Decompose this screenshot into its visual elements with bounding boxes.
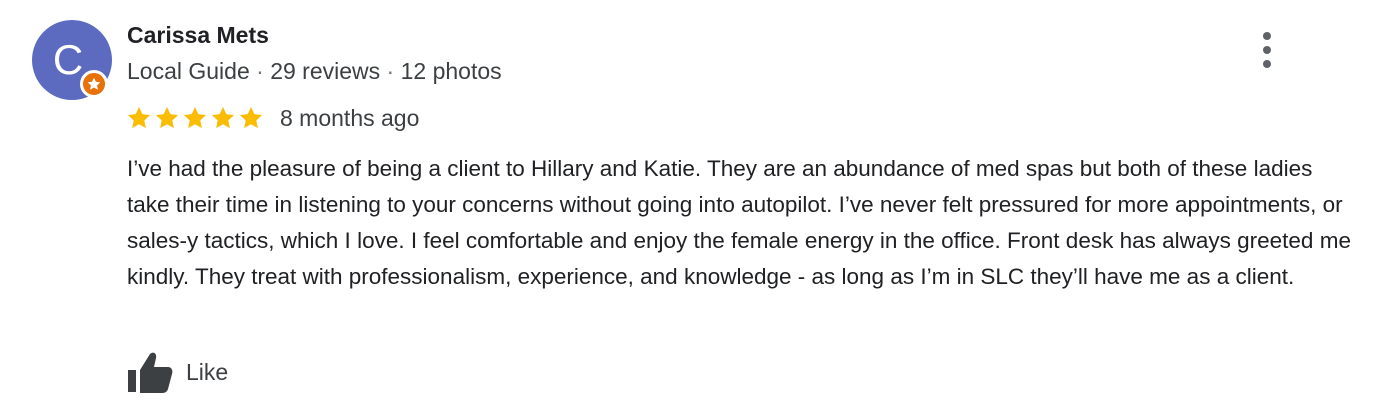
more-vert-icon-dot [1263,60,1271,68]
meta-separator: · [256,58,264,84]
avatar[interactable]: C [32,20,112,100]
more-vert-icon-dot [1263,46,1271,54]
star-icon [211,106,235,129]
thumbs-up-icon [128,352,173,393]
review-count: 29 reviews [270,58,381,84]
review-text: I’ve had the pleasure of being a client … [127,156,1351,289]
more-options-button[interactable] [1252,30,1282,70]
like-label: Like [186,358,229,385]
star-icon [155,106,179,129]
local-guide-badge-icon [80,70,108,98]
star-rating [126,104,266,132]
review-date: 8 months ago [280,104,420,131]
author-meta: Local Guide · 29 reviews · 12 photos [127,58,502,85]
star-icon [127,106,151,129]
star-icon [87,77,101,90]
local-guide-label: Local Guide [127,58,250,84]
star-icon [183,106,207,129]
like-button[interactable]: Like [126,350,228,394]
avatar-initial: C [52,36,84,83]
more-vert-icon [1263,32,1271,40]
author-name[interactable]: Carissa Mets [127,22,269,49]
star-icon [239,106,263,129]
rating-row: 8 months ago [126,103,419,133]
meta-separator: · [386,58,395,84]
photo-count: 12 photos [400,58,502,84]
